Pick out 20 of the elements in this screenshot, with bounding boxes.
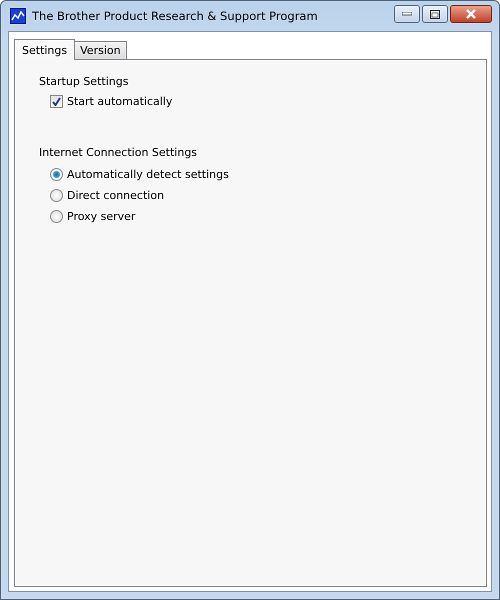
radio-label: Direct connection (67, 189, 164, 202)
maximize-icon (430, 10, 440, 18)
checkbox[interactable] (50, 95, 63, 108)
radio-button[interactable] (50, 189, 63, 202)
app-icon (10, 8, 26, 24)
tab[interactable]: Settings (14, 39, 76, 60)
section-heading: Startup Settings (39, 75, 128, 88)
window-title: The Brother Product Research & Support Program (32, 9, 318, 23)
radio-button[interactable] (50, 168, 63, 181)
radio-label: Automatically detect settings (67, 168, 229, 181)
minimize-button[interactable] (394, 5, 420, 23)
tab[interactable]: Version (74, 41, 127, 59)
radio-label: Proxy server (67, 210, 136, 223)
maximize-button[interactable] (422, 5, 448, 23)
close-button[interactable] (450, 5, 492, 23)
minimize-icon (402, 12, 412, 16)
checkbox-label: Start automatically (67, 95, 172, 108)
section-heading: Internet Connection Settings (39, 146, 198, 159)
close-icon (465, 9, 477, 19)
radio-button[interactable] (50, 210, 63, 223)
